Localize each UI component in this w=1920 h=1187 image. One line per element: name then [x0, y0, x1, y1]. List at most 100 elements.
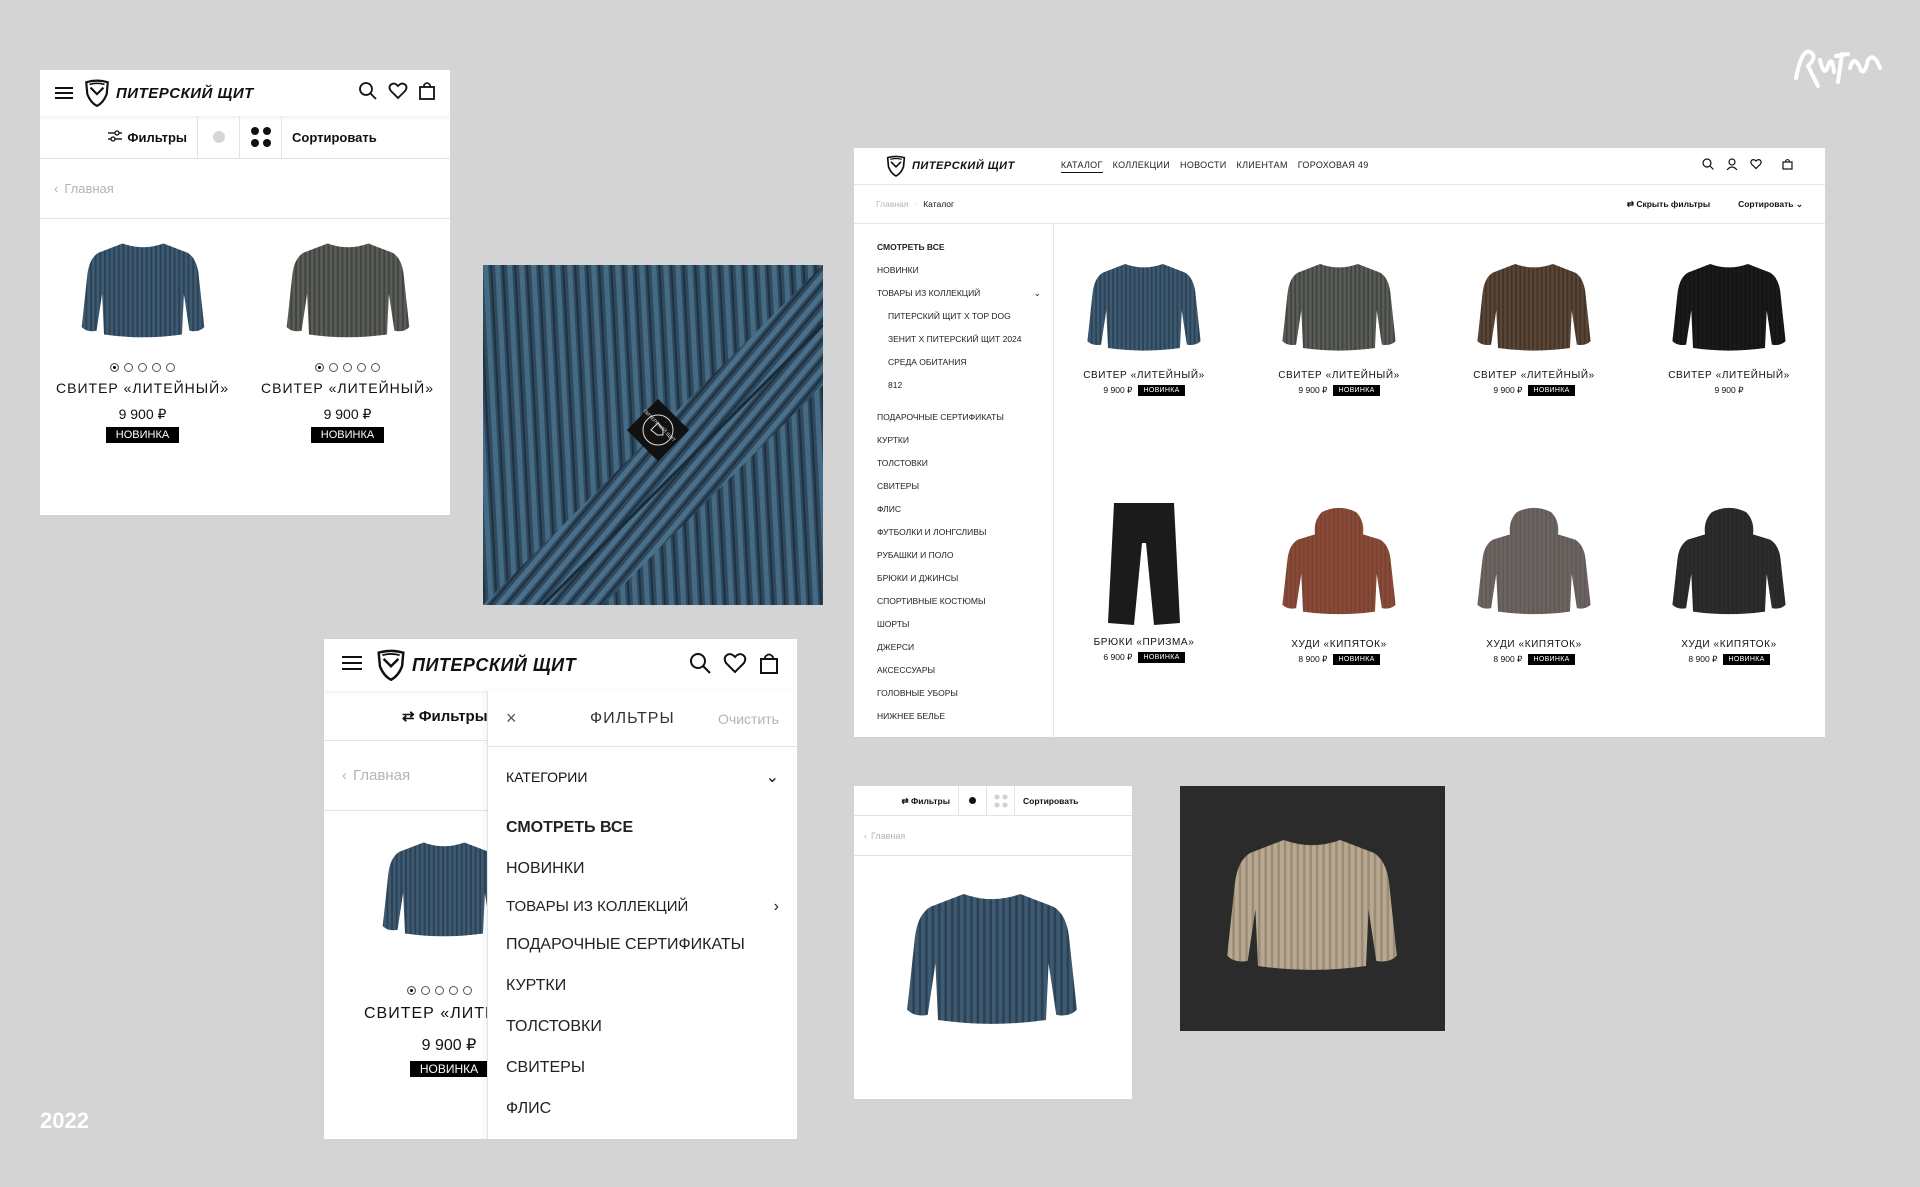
- category-item-collections[interactable]: ТОВАРЫ ИЗ КОЛЛЕКЦИЙ ›: [506, 889, 779, 924]
- search-icon[interactable]: [1702, 157, 1714, 175]
- nav-news[interactable]: НОВОСТИ: [1180, 160, 1226, 173]
- sidebar-item[interactable]: ТОЛСТОВКИ: [877, 452, 1053, 475]
- mobile-catalog-screen: ПИТЕРСКИЙ ЩИТ Фильтры Сортировать ‹ Глав…: [40, 70, 450, 515]
- desktop-catalog-screen: ПИТЕРСКИЙ ЩИТ КАТАЛОГ КОЛЛЕКЦИИ НОВОСТИ …: [854, 148, 1825, 737]
- product-card[interactable]: ХУДИ «КИПЯТОК» 8 900 ₽ НОВИНКА: [1254, 499, 1424, 665]
- search-icon[interactable]: [358, 81, 378, 106]
- filters-button[interactable]: ⇄ Фильтры: [402, 707, 488, 725]
- filters-icon: ⇄: [402, 707, 419, 725]
- filter-bar: Фильтры Сортировать: [40, 116, 450, 159]
- sidebar-sub-item[interactable]: ЗЕНИТ X ПИТЕРСКИЙ ЩИТ 2024: [877, 328, 1053, 351]
- chevron-down-icon: ⌄: [765, 769, 779, 786]
- image-dots[interactable]: [53, 363, 233, 372]
- heart-icon[interactable]: [723, 652, 747, 679]
- product-price-row: 8 900 ₽ НОВИНКА: [1449, 654, 1619, 665]
- menu-icon[interactable]: [54, 83, 74, 103]
- sidebar-item[interactable]: ГОЛОВНЫЕ УБОРЫ: [877, 682, 1053, 705]
- filters-button[interactable]: ⇄ Фильтры: [854, 786, 959, 815]
- breadcrumb[interactable]: ‹ Главная: [40, 159, 450, 219]
- sidebar-item[interactable]: БРЮКИ И ДЖИНСЫ: [877, 567, 1053, 590]
- breadcrumb[interactable]: ‹ Главная: [854, 816, 1132, 856]
- sort-button[interactable]: Сортировать ⌄: [1738, 199, 1803, 210]
- product-image: [1084, 256, 1204, 356]
- category-item[interactable]: ТОЛСТОВКИ: [506, 1006, 779, 1047]
- product-name: ХУДИ «КИПЯТОК»: [1681, 639, 1777, 650]
- sidebar-item[interactable]: ДЖЕРСИ: [877, 636, 1053, 659]
- product-price: 9 900 ₽: [118, 406, 167, 422]
- category-item[interactable]: КУРТКИ: [506, 965, 779, 1006]
- search-icon[interactable]: [689, 652, 711, 679]
- product-card[interactable]: БРЮКИ «ПРИЗМА» 6 900 ₽ НОВИНКА: [1059, 499, 1229, 663]
- sort-button[interactable]: Сортировать: [282, 130, 377, 145]
- product-price: 9 900 ₽: [1714, 385, 1744, 395]
- brand-logo[interactable]: ПИТЕРСКИЙ ЩИТ: [84, 79, 254, 107]
- sort-button[interactable]: Сортировать: [1015, 796, 1078, 806]
- brand-logo[interactable]: ПИТЕРСКИЙ ЩИТ: [376, 649, 576, 681]
- sidebar-item[interactable]: ПОДАРОЧНЫЕ СЕРТИФИКАТЫ: [877, 406, 1053, 429]
- filters-icon: ⇄: [1626, 198, 1637, 209]
- sidebar-item[interactable]: НИЖНЕЕ БЕЛЬЕ: [877, 705, 1053, 728]
- product-card[interactable]: СВИТЕР «ЛИТЕЙНЫЙ» 9 900 ₽ НОВИНКА: [1254, 238, 1424, 396]
- category-item[interactable]: ПОДАРОЧНЫЕ СЕРТИФИКАТЫ: [506, 924, 779, 965]
- nav-collections[interactable]: КОЛЛЕКЦИИ: [1113, 160, 1170, 173]
- sidebar-item[interactable]: ШОРТЫ: [877, 613, 1053, 636]
- sidebar-sub-item[interactable]: ПИТЕРСКИЙ ЩИТ X TOP DOG: [877, 305, 1053, 328]
- nav-clients[interactable]: КЛИЕНТАМ: [1237, 160, 1288, 173]
- single-view-toggle[interactable]: [198, 116, 240, 158]
- brand-logo[interactable]: ПИТЕРСКИЙ ЩИТ: [886, 155, 1015, 177]
- heart-icon[interactable]: [388, 81, 408, 106]
- product-card[interactable]: СВИТЕР «ЛИТЕЙНЫЙ» 9 900 ₽ НОВИНКА: [1449, 238, 1619, 396]
- category-item-all[interactable]: СМОТРЕТЬ ВСЕ: [506, 807, 779, 848]
- single-view-toggle[interactable]: [959, 786, 987, 815]
- image-dots[interactable]: [258, 363, 438, 372]
- sidebar-item-new[interactable]: НОВИНКИ: [877, 259, 1053, 282]
- nav-gorokhovaya[interactable]: ГОРОХОВАЯ 49: [1298, 160, 1369, 173]
- breadcrumb-separator: ·: [914, 199, 918, 209]
- product-price: 8 900 ₽: [1298, 654, 1328, 664]
- clear-button[interactable]: Очистить: [718, 711, 779, 727]
- sidebar-sub-item[interactable]: 812: [877, 374, 1053, 397]
- new-badge: НОВИНКА: [1333, 385, 1380, 396]
- hide-filters-button[interactable]: ⇄ Скрыть фильтры: [1627, 199, 1710, 210]
- grid-view-toggle[interactable]: [987, 786, 1015, 815]
- bag-icon[interactable]: [759, 652, 779, 679]
- menu-icon[interactable]: [342, 655, 362, 676]
- product-image: [1669, 256, 1789, 356]
- categories-section-header[interactable]: КАТЕГОРИИ ⌄: [488, 747, 797, 807]
- product-card[interactable]: СВИТЕР «ЛИТЕЙНЫЙ» 9 900 ₽: [1644, 238, 1814, 396]
- category-list: СМОТРЕТЬ ВСЕ НОВИНКИ ТОВАРЫ ИЗ КОЛЛЕКЦИЙ…: [488, 807, 797, 1129]
- sidebar-item-all[interactable]: СМОТРЕТЬ ВСЕ: [877, 236, 1053, 259]
- bag-icon[interactable]: [418, 81, 436, 106]
- sidebar-item[interactable]: ФЛИС: [877, 498, 1053, 521]
- sidebar-item[interactable]: ФУТБОЛКИ И ЛОНГСЛИВЫ: [877, 521, 1053, 544]
- close-icon[interactable]: ×: [506, 708, 517, 729]
- sidebar-item[interactable]: РУБАШКИ И ПОЛО: [877, 544, 1053, 567]
- bag-icon[interactable]: [1782, 157, 1793, 175]
- product-price: 9 900 ₽: [323, 406, 372, 422]
- category-item[interactable]: НОВИНКИ: [506, 848, 779, 889]
- sidebar-item[interactable]: СВИТЕРЫ: [877, 475, 1053, 498]
- filter-bar: ⇄ Фильтры Сортировать: [854, 786, 1132, 816]
- category-item[interactable]: ФЛИС: [506, 1088, 779, 1129]
- shield-icon: [886, 155, 906, 177]
- product-card[interactable]: СВИТЕР «ЛИТЕЙНЫЙ» 9 900 ₽ НОВИНКА: [1059, 238, 1229, 396]
- sidebar-item[interactable]: КУРТКИ: [877, 429, 1053, 452]
- breadcrumb-home[interactable]: Главная: [876, 199, 908, 209]
- main-nav: КАТАЛОГ КОЛЛЕКЦИИ НОВОСТИ КЛИЕНТАМ ГОРОХ…: [1060, 160, 1379, 173]
- nav-catalog[interactable]: КАТАЛОГ: [1060, 160, 1103, 173]
- sidebar-item-collections[interactable]: ТОВАРЫ ИЗ КОЛЛЕКЦИЙ ⌄: [877, 282, 1053, 305]
- desktop-header: ПИТЕРСКИЙ ЩИТ КАТАЛОГ КОЛЛЕКЦИИ НОВОСТИ …: [854, 148, 1825, 185]
- heart-icon[interactable]: [1750, 157, 1762, 175]
- sidebar-item[interactable]: АКСЕССУАРЫ: [877, 659, 1053, 682]
- product-card[interactable]: ХУДИ «КИПЯТОК» 8 900 ₽ НОВИНКА: [1449, 499, 1619, 665]
- product-card[interactable]: СВИТЕР «ЛИТЕЙНЫЙ» 9 900 ₽ НОВИНКА: [53, 237, 233, 443]
- product-card[interactable]: ХУДИ «КИПЯТОК» 8 900 ₽ НОВИНКА: [1644, 499, 1814, 665]
- grid-view-toggle[interactable]: [240, 116, 282, 158]
- category-item[interactable]: СВИТЕРЫ: [506, 1047, 779, 1088]
- filters-label: Фильтры: [127, 129, 187, 145]
- filters-button[interactable]: Фильтры: [40, 116, 198, 158]
- user-icon[interactable]: [1726, 157, 1738, 175]
- product-card[interactable]: СВИТЕР «ЛИТЕЙНЫЙ» 9 900 ₽ НОВИНКА: [258, 237, 438, 443]
- sidebar-item[interactable]: СПОРТИВНЫЕ КОСТЮМЫ: [877, 590, 1053, 613]
- sidebar-sub-item[interactable]: СРЕДА ОБИТАНИЯ: [877, 351, 1053, 374]
